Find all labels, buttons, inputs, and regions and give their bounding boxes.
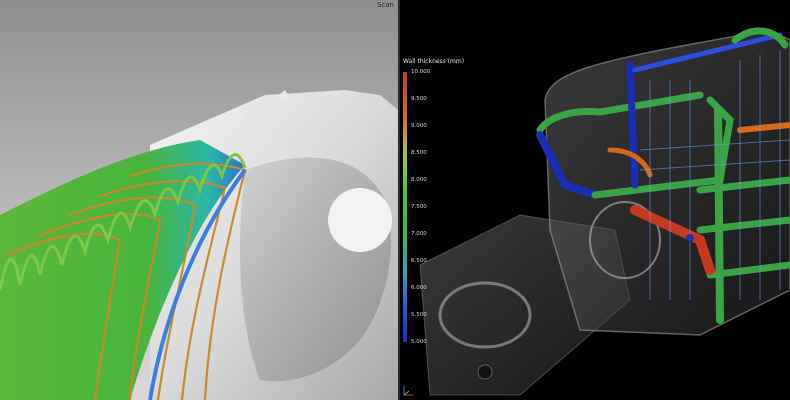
legend-tick: 7.000 xyxy=(411,231,427,237)
legend-tick: 10.000 xyxy=(411,69,431,75)
legend-tick: 5.000 xyxy=(411,339,427,345)
legend-tick: 9.000 xyxy=(411,123,427,129)
legend-tick: 8.500 xyxy=(411,150,427,156)
legend-color-bar xyxy=(403,72,407,342)
legend-tick: 9.500 xyxy=(411,96,427,102)
legend-tick: 7.500 xyxy=(411,204,427,210)
wall-thickness-legend: Wall thickness (mm) 10.000 9.500 9.000 8… xyxy=(402,58,465,348)
legend-tick: 8.000 xyxy=(411,177,427,183)
right-viewport[interactable]: Wall thickness (mm) 10.000 9.500 9.000 8… xyxy=(400,0,790,400)
view-corner-label: Scan xyxy=(376,1,394,9)
legend-tick: 6.500 xyxy=(411,258,427,264)
threaded-part-render xyxy=(0,90,398,400)
legend-tick: 6.000 xyxy=(411,285,427,291)
legend-title: Wall thickness (mm) xyxy=(403,58,465,65)
left-viewport[interactable]: Scan xyxy=(0,0,398,400)
axis-triad-icon xyxy=(402,383,416,397)
legend-tick: 5.500 xyxy=(411,312,427,318)
viewer-window: Scan Wall thickness (mm) 10.000 9.500 9.… xyxy=(0,0,790,400)
